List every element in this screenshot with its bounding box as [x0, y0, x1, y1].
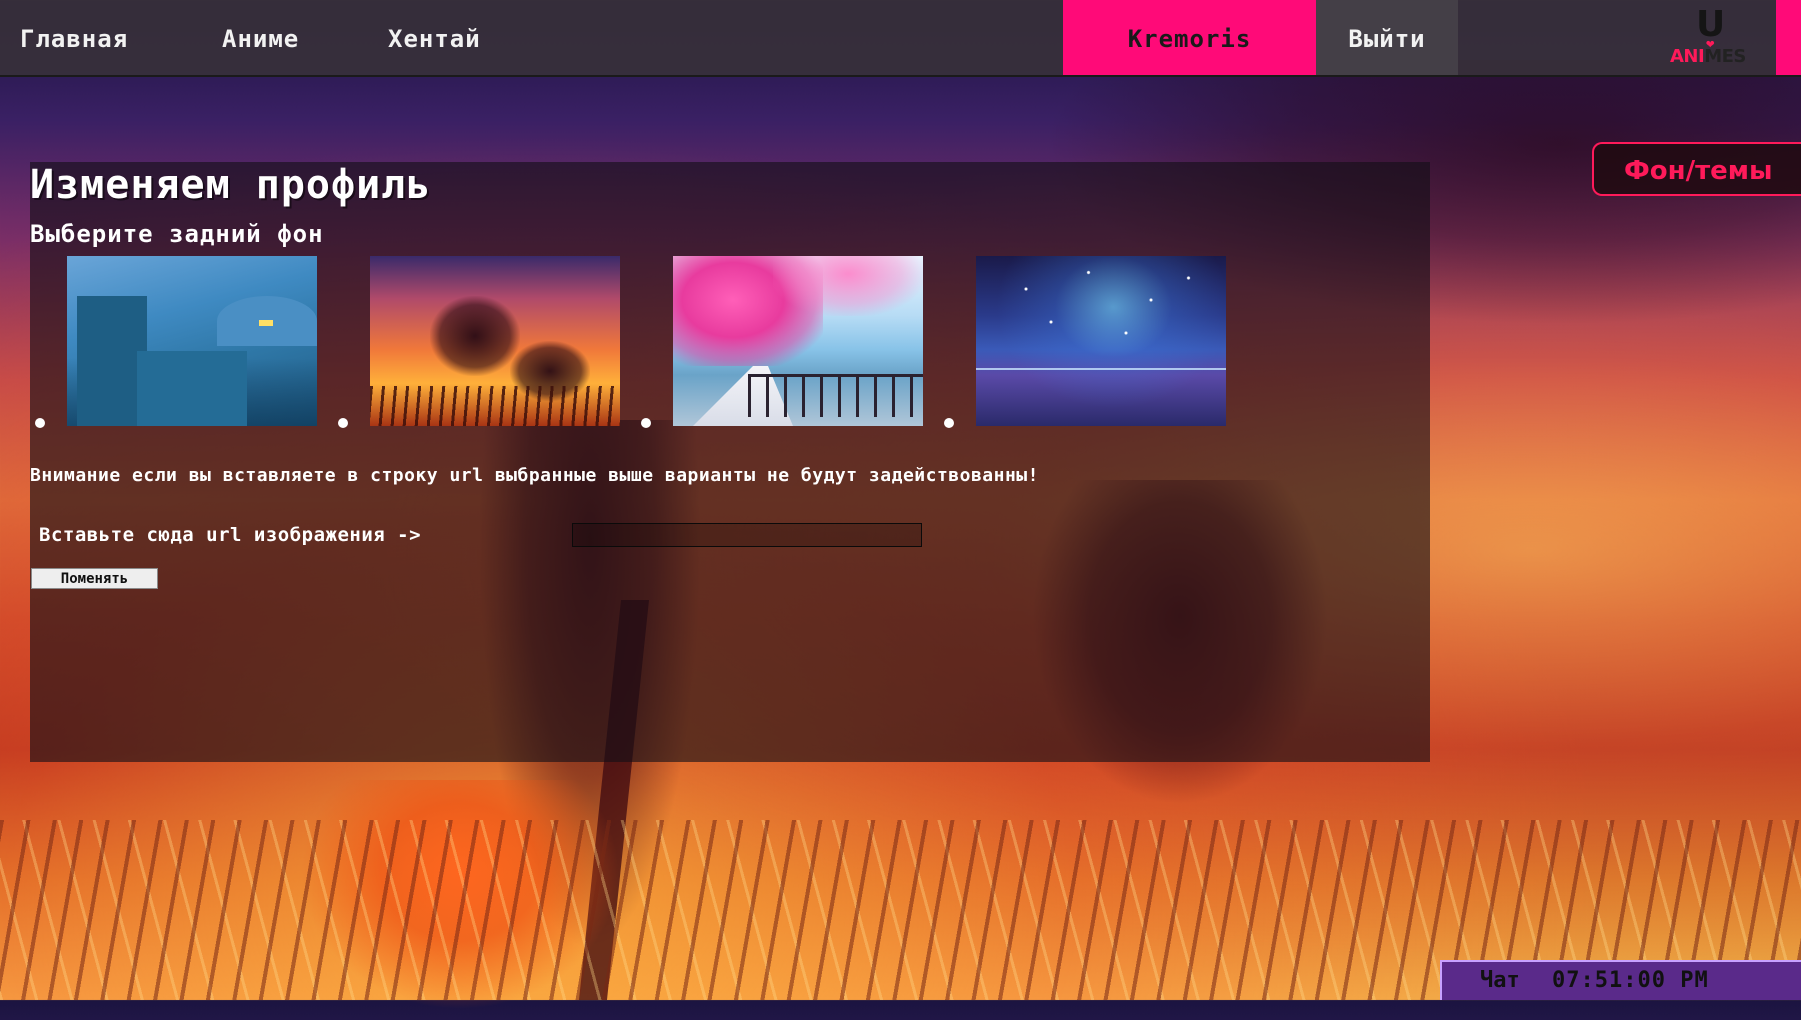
theme-side-tab[interactable]: Фон/темы [1592, 142, 1801, 196]
page-title: Изменяем профиль [30, 162, 432, 208]
logo-mes-text: MES [1704, 46, 1746, 67]
thumb-fence [748, 374, 923, 417]
profile-edit-panel: Изменяем профиль Выберите задний фон Вни… [30, 162, 1430, 762]
background-option [30, 256, 332, 428]
thumb-sakura-blossom [773, 256, 923, 316]
thumb-window-light [259, 320, 273, 326]
background-option [939, 256, 1241, 428]
thumb-stars [976, 256, 1226, 366]
background-radio[interactable] [641, 418, 651, 428]
ruins-landscape-image[interactable] [67, 256, 317, 426]
logo-ani-text: ANI [1670, 46, 1705, 67]
sakura-path-image[interactable] [673, 256, 923, 426]
url-input-label: Вставьте сюда url изображения -> [39, 524, 422, 546]
sunset-trees-image[interactable] [370, 256, 620, 426]
nav-home-link[interactable]: Главная [20, 0, 128, 75]
background-radio[interactable] [35, 418, 45, 428]
thumb-ruin-block [137, 351, 247, 426]
background-radio[interactable] [944, 418, 954, 428]
chat-label: Чат [1480, 968, 1520, 993]
background-option [636, 256, 938, 428]
nav-logout-link[interactable]: Выйти [1316, 0, 1458, 75]
chat-bar[interactable]: Чат 07:51:00 PM [1440, 960, 1801, 1000]
background-orange-tree [300, 780, 620, 1010]
logo-text: ANIMES [1670, 46, 1746, 67]
top-navigation-bar: Главная Аниме Хентай Kremoris Выйти U ❤ … [0, 0, 1801, 77]
site-logo[interactable]: U ❤ ANIMES [1670, 4, 1754, 70]
pink-edge-accent [1776, 0, 1801, 75]
galaxy-lake-image[interactable] [976, 256, 1226, 426]
image-url-input[interactable] [572, 523, 922, 547]
thumb-grass [370, 386, 620, 426]
thumb-horizon [976, 368, 1226, 370]
thumb-tree [430, 296, 520, 376]
nav-hentai-link[interactable]: Хентай [388, 0, 481, 75]
background-section-title: Выберите задний фон [30, 220, 324, 248]
change-background-button[interactable]: Поменять [31, 568, 158, 589]
background-option [333, 256, 635, 428]
url-warning-text: Внимание если вы вставляете в строку url… [30, 465, 1039, 486]
background-radio[interactable] [338, 418, 348, 428]
clock-time: 07:51:00 PM [1552, 968, 1709, 993]
nav-anime-link[interactable]: Аниме [222, 0, 299, 75]
nav-user-profile-link[interactable]: Kremoris [1063, 0, 1316, 75]
